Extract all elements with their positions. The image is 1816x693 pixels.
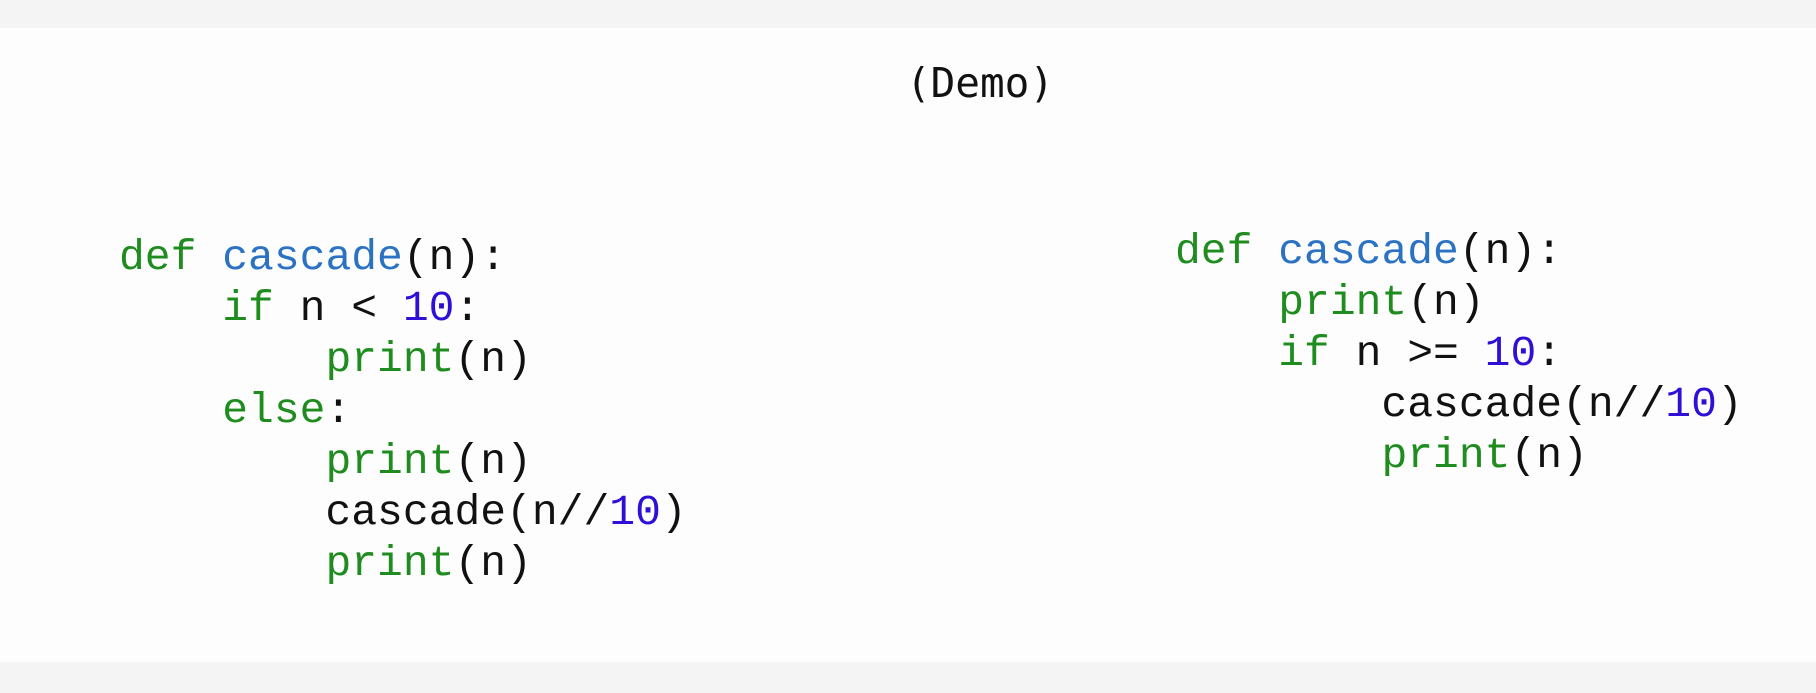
code-token: if (1278, 329, 1330, 378)
code-token: print (1278, 278, 1408, 327)
code-token: cascade(n// (119, 488, 610, 537)
slide-title: (Demo) (905, 59, 1055, 107)
code-line: print(n) (119, 436, 687, 487)
top-bar (0, 0, 1816, 28)
code-line: if n < 10: (119, 283, 687, 334)
code-token: print (1381, 431, 1511, 480)
code-token: cascade (1278, 227, 1459, 276)
code-line: cascade(n//10) (1175, 379, 1743, 430)
code-block-right: def cascade(n): print(n) if n >= 10: cas… (1175, 226, 1743, 481)
code-token: else (222, 386, 326, 435)
code-token: (n) (1407, 278, 1485, 327)
code-token: ) (660, 488, 687, 537)
code-token: print (325, 335, 455, 384)
code-token: 10 (402, 284, 455, 333)
bottom-bar (0, 662, 1816, 693)
code-line: if n >= 10: (1175, 328, 1743, 379)
code-line: print(n) (119, 334, 687, 385)
code-token: (n) (1510, 431, 1588, 480)
code-token: (n): (1458, 227, 1563, 276)
code-token: n >= (1329, 329, 1485, 378)
code-token: def (119, 233, 197, 282)
code-line: cascade(n//10) (119, 487, 687, 538)
code-token: (n) (454, 335, 532, 384)
code-token: 10 (1665, 380, 1717, 429)
code-line: print(n) (1175, 277, 1743, 328)
code-token: : (325, 386, 352, 435)
code-block-left: def cascade(n): if n < 10: print(n) else… (119, 232, 687, 589)
code-line: def cascade(n): (119, 232, 687, 283)
code-token: : (454, 284, 481, 333)
code-token: 10 (609, 488, 661, 537)
code-line: print(n) (119, 538, 687, 589)
code-token: (n) (454, 437, 532, 486)
code-token: cascade (222, 233, 403, 282)
code-line: print(n) (1175, 430, 1743, 481)
code-token: if (222, 284, 274, 333)
code-token: (n) (454, 539, 532, 588)
code-token: cascade(n// (1175, 380, 1666, 429)
code-token: ) (1716, 380, 1743, 429)
code-token: print (325, 437, 455, 486)
code-token: def (1175, 227, 1253, 276)
code-line: else: (119, 385, 687, 436)
code-token: (n): (402, 233, 507, 282)
code-token: print (325, 539, 455, 588)
code-line: def cascade(n): (1175, 226, 1743, 277)
code-token: 10 (1484, 329, 1537, 378)
code-token: n < (273, 284, 403, 333)
code-token: : (1536, 329, 1563, 378)
